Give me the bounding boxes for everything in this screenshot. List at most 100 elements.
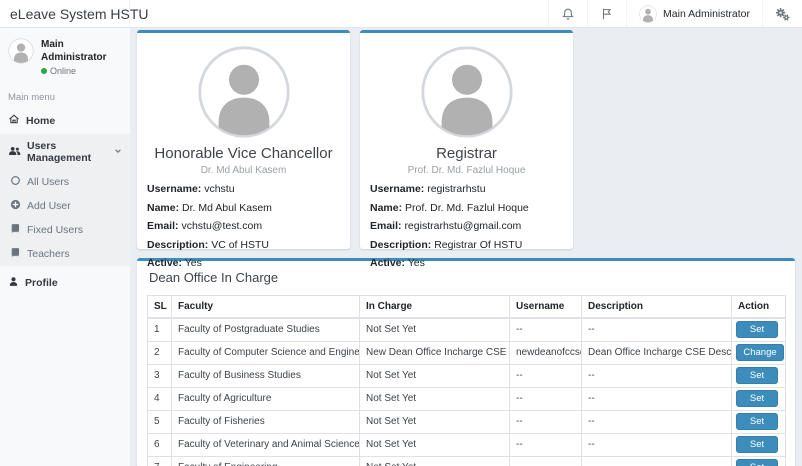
profile-cards-row: Honorable Vice Chancellor Dr. Md Abul Ka…	[137, 30, 795, 249]
table-row: 7 Faculty of Engineering Not Set Yet -- …	[148, 456, 786, 466]
cell-description: Dean Office Incharge CSE Description	[582, 341, 732, 364]
sidebar-item-teachers[interactable]: Teachers	[0, 242, 130, 266]
navbar-user-name: Main Administrator	[663, 8, 750, 20]
chevron-down-icon	[114, 146, 122, 158]
vc-fields: Username: vchstu Name: Dr. Md Abul Kasem…	[137, 176, 350, 270]
sidebar-user-status: Online	[41, 66, 122, 76]
field-label: Username:	[370, 183, 424, 195]
main-content: Honorable Vice Chancellor Dr. Md Abul Ka…	[130, 28, 802, 466]
sidebar-item-home-label: Home	[26, 115, 55, 127]
flag-icon	[600, 7, 614, 21]
sidebar-item-fixed-users[interactable]: Fixed Users	[0, 218, 130, 242]
col-sl: SL	[148, 296, 172, 319]
field-value: VC of HSTU	[211, 239, 269, 251]
brand-box[interactable]: eLeave System HSTU	[0, 0, 130, 27]
cell-sl: 7	[148, 456, 172, 466]
col-in-charge: In Charge	[360, 296, 510, 319]
app-title: eLeave System HSTU	[10, 6, 149, 22]
cell-username: --	[510, 410, 582, 433]
col-description: Description	[582, 296, 732, 319]
sidebar-item-profile-label: Profile	[25, 277, 58, 289]
flag-button[interactable]	[587, 0, 626, 27]
sidebar-item-users-management[interactable]: Users Management	[0, 134, 130, 170]
registrar-username-field: Username: registrarhstu	[370, 183, 563, 196]
sidebar-item-all-users-label: All Users	[27, 176, 69, 188]
field-label: Name:	[370, 202, 402, 214]
sidebar-item-profile[interactable]: Profile	[0, 270, 130, 296]
field-label: Active:	[370, 257, 405, 269]
dean-office-card: Dean Office In Charge SL Faculty In Char…	[137, 258, 795, 466]
notifications-button[interactable]	[548, 0, 587, 27]
registrar-fields: Username: registrarhstu Name: Prof. Dr. …	[360, 176, 573, 270]
sidebar-item-all-users[interactable]: All Users	[0, 170, 130, 194]
field-label: Email:	[370, 220, 402, 232]
cell-sl: 6	[148, 433, 172, 456]
set-button[interactable]: Set	[736, 321, 778, 338]
cell-faculty: Faculty of Agriculture	[172, 387, 360, 410]
cell-description: --	[582, 433, 732, 456]
sidebar-user-panel: Main Administrator Online	[0, 36, 130, 84]
vc-avatar	[197, 45, 291, 139]
book-icon	[10, 247, 21, 261]
set-button[interactable]: Set	[736, 413, 778, 430]
field-value: Prof. Dr. Md. Fazlul Hoque	[405, 202, 529, 214]
set-button[interactable]: Set	[736, 459, 778, 466]
cell-description: --	[582, 456, 732, 466]
vc-card-title: Honorable Vice Chancellor	[137, 145, 350, 162]
registrar-profile-card: Registrar Prof. Dr. Md. Fazlul Hoque Use…	[360, 30, 573, 249]
vc-active-field: Active: Yes	[147, 257, 340, 270]
registrar-email-field: Email: registrarhstu@gmail.com	[370, 220, 563, 233]
users-management-group: Users Management All Users	[0, 134, 130, 266]
field-value: Dr. Md Abul Kasem	[182, 202, 272, 214]
vc-name-field: Name: Dr. Md Abul Kasem	[147, 202, 340, 215]
registrar-active-field: Active: Yes	[370, 257, 563, 270]
col-action: Action	[732, 296, 786, 319]
cell-username: --	[510, 318, 582, 341]
cell-in-charge: Not Set Yet	[360, 433, 510, 456]
vc-username-field: Username: vchstu	[147, 183, 340, 196]
cogs-icon	[775, 7, 790, 21]
cell-in-charge: Not Set Yet	[360, 364, 510, 387]
change-button[interactable]: Change	[736, 344, 784, 361]
table-header-row: SL Faculty In Charge Username Descriptio…	[148, 296, 786, 319]
set-button[interactable]: Set	[736, 436, 778, 453]
table-row: 6 Faculty of Veterinary and Animal Scien…	[148, 433, 786, 456]
table-row: 5 Faculty of Fisheries Not Set Yet -- --…	[148, 410, 786, 433]
cell-username: --	[510, 364, 582, 387]
table-row: 3 Faculty of Business Studies Not Set Ye…	[148, 364, 786, 387]
cell-in-charge: New Dean Office Incharge CSE Name	[360, 341, 510, 364]
cell-sl: 1	[148, 318, 172, 341]
app-window: eLeave System HSTU	[0, 0, 802, 466]
cell-in-charge: Not Set Yet	[360, 456, 510, 466]
vc-card-subtitle: Dr. Md Abul Kasem	[137, 165, 350, 176]
cell-faculty: Faculty of Veterinary and Animal Science	[172, 433, 360, 456]
home-icon	[8, 113, 20, 128]
vc-description-field: Description: VC of HSTU	[147, 239, 340, 252]
table-row: 4 Faculty of Agriculture Not Set Yet -- …	[148, 387, 786, 410]
sidebar-section-label: Main menu	[0, 84, 130, 107]
cell-description: --	[582, 410, 732, 433]
cell-in-charge: Not Set Yet	[360, 410, 510, 433]
cell-sl: 3	[148, 364, 172, 387]
cell-username: --	[510, 387, 582, 410]
cell-username: newdeanofccse	[510, 341, 582, 364]
users-icon	[8, 145, 21, 160]
user-icon	[8, 276, 19, 290]
cell-faculty: Faculty of Postgraduate Studies	[172, 318, 360, 341]
registrar-description-field: Description: Registrar Of HSTU	[370, 239, 563, 252]
vc-email-field: Email: vchstu@test.com	[147, 220, 340, 233]
sidebar-item-home[interactable]: Home	[0, 107, 130, 134]
navbar-right: Main Administrator	[548, 0, 802, 27]
table-row: 1 Faculty of Postgraduate Studies Not Se…	[148, 318, 786, 341]
user-menu[interactable]: Main Administrator	[626, 0, 762, 27]
registrar-avatar	[420, 45, 514, 139]
field-label: Description:	[370, 239, 431, 251]
book-icon	[10, 223, 21, 237]
settings-button[interactable]	[762, 0, 802, 27]
set-button[interactable]: Set	[736, 367, 778, 384]
cell-sl: 2	[148, 341, 172, 364]
field-label: Email:	[147, 220, 179, 232]
sidebar-item-add-user[interactable]: Add User	[0, 194, 130, 218]
set-button[interactable]: Set	[736, 390, 778, 407]
field-value: Yes	[185, 257, 202, 269]
